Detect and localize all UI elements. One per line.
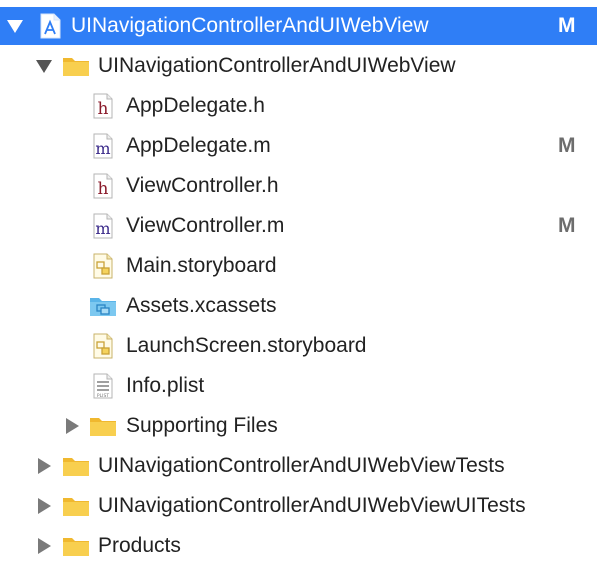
source-glyph: m bbox=[95, 219, 110, 238]
header-file-icon: h bbox=[93, 173, 113, 199]
modified-status-badge: M bbox=[558, 214, 576, 237]
folder-icon bbox=[63, 538, 89, 556]
header-glyph: h bbox=[98, 99, 109, 119]
file-row-main-storyboard[interactable]: Main.storyboard bbox=[0, 247, 597, 285]
objc-source-file-icon: m bbox=[93, 133, 113, 159]
storyboard-icon bbox=[93, 333, 113, 359]
file-label: AppDelegate.m bbox=[126, 134, 271, 157]
disclosure-collapsed-icon[interactable] bbox=[34, 496, 54, 516]
group-row-uitests[interactable]: UINavigationControllerAndUIWebViewUITest… bbox=[0, 487, 597, 525]
folder-icon bbox=[63, 458, 89, 476]
objc-source-file-icon: m bbox=[93, 213, 113, 239]
group-label: UINavigationControllerAndUIWebViewUITest… bbox=[98, 494, 526, 517]
disclosure-expanded-icon[interactable] bbox=[5, 16, 25, 36]
group-label: UINavigationControllerAndUIWebViewTests bbox=[98, 454, 505, 477]
project-row[interactable]: UINavigationControllerAndUIWebView M bbox=[0, 7, 597, 45]
folder-icon bbox=[63, 58, 89, 76]
disclosure-collapsed-icon[interactable] bbox=[34, 536, 54, 556]
file-label: AppDelegate.h bbox=[126, 94, 265, 117]
group-row-products[interactable]: Products bbox=[0, 527, 597, 565]
file-row-launchscreen-storyboard[interactable]: LaunchScreen.storyboard bbox=[0, 327, 597, 365]
folder-icon bbox=[90, 418, 116, 436]
xcode-project-icon bbox=[40, 13, 61, 39]
file-row-appdelegate-m[interactable]: m AppDelegate.m M bbox=[0, 127, 597, 165]
asset-catalog-icon bbox=[90, 298, 116, 316]
file-row-appdelegate-h[interactable]: h AppDelegate.h bbox=[0, 87, 597, 125]
file-label: Info.plist bbox=[126, 374, 205, 397]
file-row-info-plist[interactable]: PLIST Info.plist bbox=[0, 367, 597, 405]
file-label: Main.storyboard bbox=[126, 254, 277, 277]
group-row-main[interactable]: UINavigationControllerAndUIWebView bbox=[0, 47, 597, 85]
modified-status-badge: M bbox=[558, 14, 576, 37]
folder-icon bbox=[63, 498, 89, 516]
file-label: ViewController.m bbox=[126, 214, 285, 237]
disclosure-expanded-icon[interactable] bbox=[34, 56, 54, 76]
plist-file-icon: PLIST bbox=[93, 373, 113, 399]
source-glyph: m bbox=[95, 139, 110, 158]
file-row-viewcontroller-h[interactable]: h ViewController.h bbox=[0, 167, 597, 205]
group-row-supporting-files[interactable]: Supporting Files bbox=[0, 407, 597, 445]
plist-icon-caption: PLIST bbox=[97, 393, 109, 399]
file-label: LaunchScreen.storyboard bbox=[126, 334, 367, 357]
group-label: Supporting Files bbox=[126, 414, 278, 437]
project-label: UINavigationControllerAndUIWebView bbox=[71, 14, 429, 37]
storyboard-icon bbox=[93, 253, 113, 279]
file-label: Assets.xcassets bbox=[126, 294, 277, 317]
file-label: ViewController.h bbox=[126, 174, 279, 197]
disclosure-collapsed-icon[interactable] bbox=[34, 456, 54, 476]
file-row-assets[interactable]: Assets.xcassets bbox=[0, 287, 597, 325]
group-row-tests[interactable]: UINavigationControllerAndUIWebViewTests bbox=[0, 447, 597, 485]
header-file-icon: h bbox=[93, 93, 113, 119]
file-row-viewcontroller-m[interactable]: m ViewController.m M bbox=[0, 207, 597, 245]
modified-status-badge: M bbox=[558, 134, 576, 157]
group-label: Products bbox=[98, 534, 181, 557]
disclosure-collapsed-icon[interactable] bbox=[62, 416, 82, 436]
header-glyph: h bbox=[98, 179, 109, 199]
group-label: UINavigationControllerAndUIWebView bbox=[98, 54, 456, 77]
